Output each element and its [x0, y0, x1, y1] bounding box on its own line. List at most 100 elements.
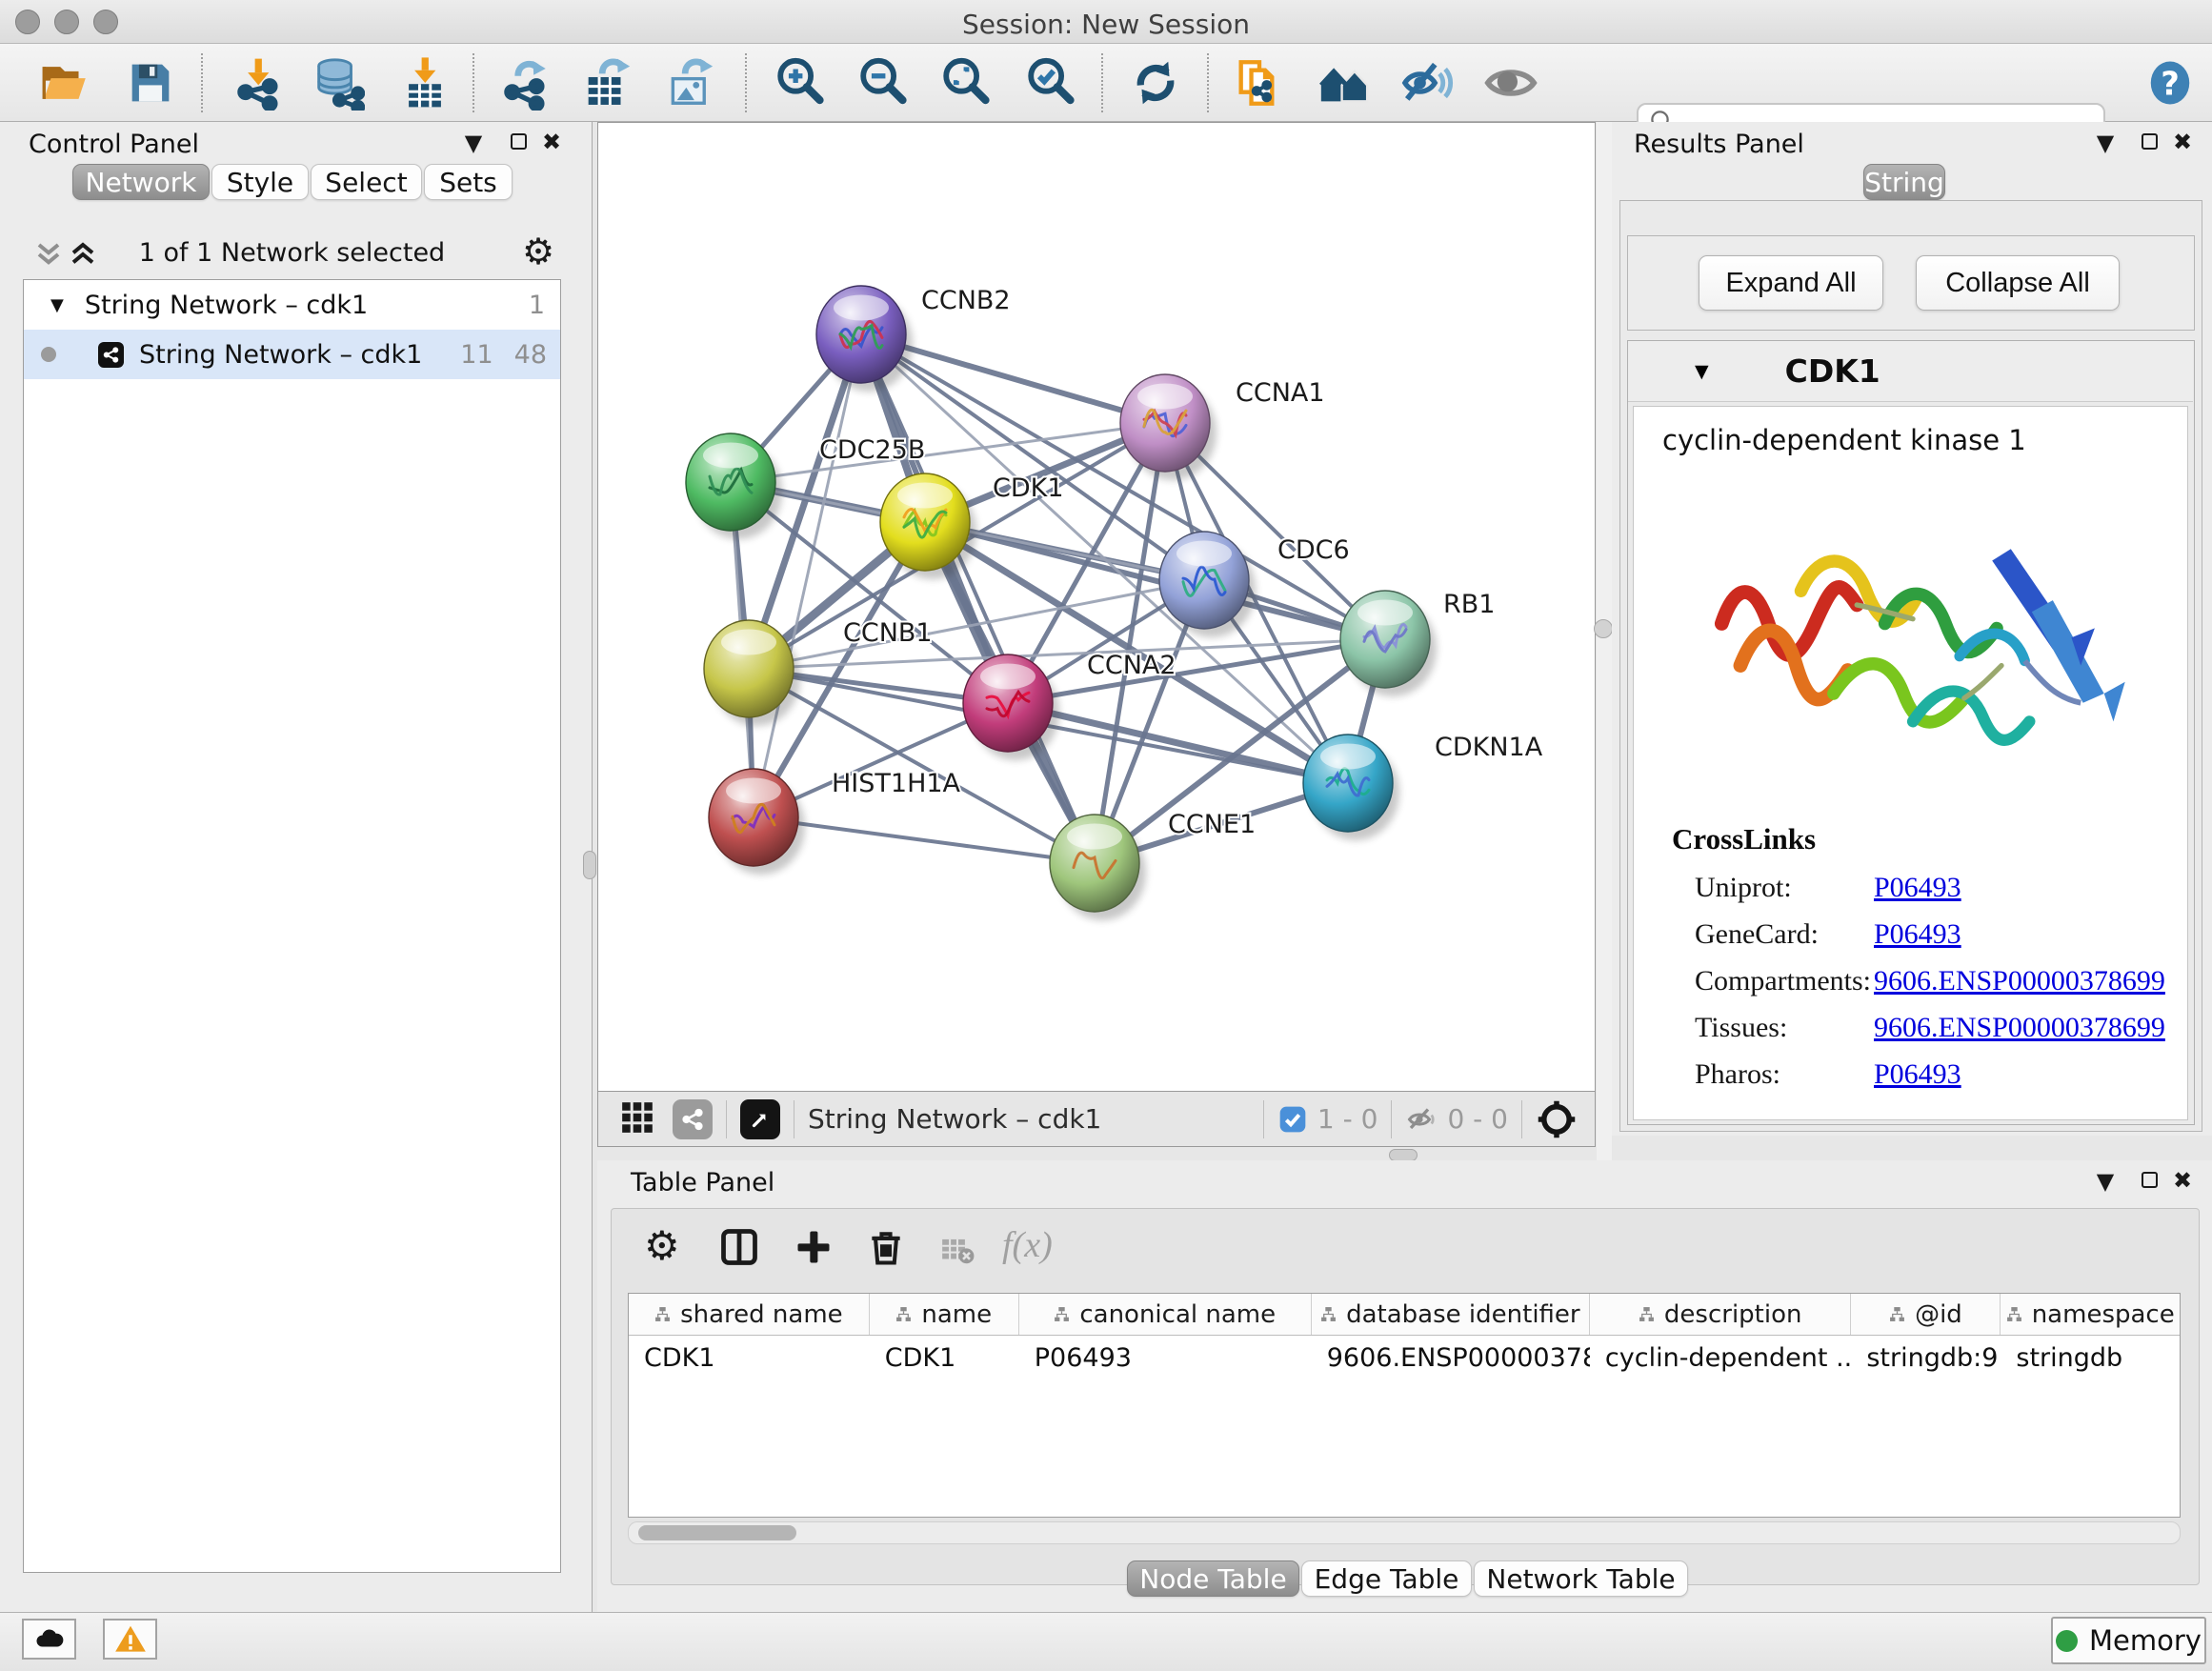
memory-button[interactable]: Memory: [2051, 1617, 2206, 1664]
column-header[interactable]: description: [1590, 1294, 1851, 1335]
memory-status-dot-icon: [2056, 1630, 2078, 1652]
results-outer-box: Expand All Collapse All ▼ CDK1 cyclin-de…: [1619, 200, 2202, 1132]
network-current-dot-icon: [41, 347, 56, 362]
control-panel-menu-icon[interactable]: ▼: [457, 130, 490, 156]
network-canvas[interactable]: CCNB2CCNA1CDC25BCDK1CDC6RB1CCNB1CCNA2CDK…: [597, 122, 1596, 1092]
node-label-ccnb1: CCNB1: [843, 618, 933, 648]
hidden-eye-slash-icon[interactable]: [1405, 1102, 1439, 1137]
crosslink-link[interactable]: 9606.ENSP00000378699: [1874, 1012, 2165, 1044]
string-view-icon[interactable]: [673, 1099, 713, 1139]
results-panel-menu-icon[interactable]: ▼: [2089, 130, 2122, 156]
node-label-ccna2: CCNA2: [1087, 651, 1176, 680]
table-panel-close-icon[interactable]: ✖: [2166, 1167, 2199, 1194]
column-header[interactable]: @id: [1851, 1294, 2001, 1335]
tab-string-results[interactable]: String: [1863, 164, 1945, 200]
show-hide-panel-icon[interactable]: [1398, 52, 1458, 113]
column-header[interactable]: namespace: [2001, 1294, 2180, 1335]
left-splitter-handle[interactable]: [583, 851, 596, 879]
tab-select[interactable]: Select: [311, 164, 422, 200]
cdk1-collapse-icon[interactable]: ▼: [1695, 361, 1709, 382]
column-header[interactable]: name: [870, 1294, 1019, 1335]
selected-checkbox-icon[interactable]: [1277, 1104, 1308, 1135]
birds-eye-view-icon[interactable]: [740, 1099, 780, 1139]
cdk1-section-header[interactable]: ▼ CDK1: [1628, 341, 2193, 402]
tab-style[interactable]: Style: [211, 164, 309, 200]
table-delete-icon[interactable]: [865, 1226, 907, 1272]
tab-edge-table[interactable]: Edge Table: [1301, 1560, 1472, 1597]
column-header[interactable]: database identifier: [1312, 1294, 1590, 1335]
tab-network[interactable]: Network: [72, 164, 210, 200]
column-header[interactable]: canonical name: [1019, 1294, 1312, 1335]
zoom-selected-icon[interactable]: [1020, 52, 1081, 113]
crosslink-link[interactable]: P06493: [1874, 872, 1961, 904]
network-node-cdkn1a[interactable]: [1303, 735, 1399, 840]
open-session-icon[interactable]: [34, 52, 95, 113]
network-collection-row[interactable]: ▼ String Network – cdk1 1: [24, 280, 560, 330]
collection-expand-icon[interactable]: ▼: [50, 295, 64, 315]
cdk1-name: CDK1: [1785, 352, 1880, 390]
tab-network-table[interactable]: Network Table: [1474, 1560, 1688, 1597]
network-edge[interactable]: [754, 334, 861, 817]
table-gear-icon[interactable]: ⚙: [644, 1222, 680, 1269]
table-hscrollbar[interactable]: [628, 1521, 2181, 1544]
crosslink-link[interactable]: 9606.ENSP00000378699: [1874, 965, 2165, 997]
tab-node-table[interactable]: Node Table: [1127, 1560, 1299, 1597]
export-table-icon[interactable]: [576, 52, 637, 113]
network-node-cdk1[interactable]: [880, 473, 976, 579]
network-node-cdc25b[interactable]: [686, 433, 782, 539]
expand-all-button[interactable]: Expand All: [1699, 255, 1883, 311]
crosslink-link[interactable]: P06493: [1874, 1058, 1961, 1091]
table-columns-icon[interactable]: [718, 1226, 760, 1272]
table-add-icon[interactable]: [793, 1226, 835, 1272]
title-bar: Session: New Session: [0, 0, 2212, 44]
warning-status-button[interactable]: [103, 1619, 157, 1660]
network-options-gear-icon[interactable]: ⚙: [522, 231, 554, 272]
network-row-selected[interactable]: String Network – cdk1 11 48: [24, 330, 560, 379]
results-panel-float-icon[interactable]: [2142, 133, 2158, 150]
collapse-all-button[interactable]: Collapse All: [1916, 255, 2120, 311]
control-panel-close-icon[interactable]: ✖: [535, 129, 568, 155]
network-node-ccne1[interactable]: [1050, 815, 1146, 920]
export-image-icon[interactable]: [659, 52, 720, 113]
help-icon[interactable]: ?: [2140, 52, 2201, 113]
preview-icon[interactable]: [1480, 52, 1541, 113]
network-node-hist1h1a[interactable]: [709, 769, 805, 875]
zoom-in-icon[interactable]: [770, 52, 831, 113]
zoom-out-icon[interactable]: [853, 52, 914, 113]
network-node-ccna1[interactable]: [1120, 374, 1217, 480]
tab-sets[interactable]: Sets: [424, 164, 513, 200]
network-tree: ▼ String Network – cdk1 1 String Network…: [23, 279, 561, 1573]
grid-view-icon[interactable]: [619, 1099, 655, 1139]
table-hscrollbar-thumb[interactable]: [638, 1525, 796, 1540]
table-panel-float-icon[interactable]: [2142, 1172, 2158, 1188]
zoom-fit-icon[interactable]: [935, 52, 996, 113]
network-node-rb1[interactable]: [1340, 591, 1437, 696]
save-session-icon[interactable]: [120, 52, 181, 113]
export-network-icon[interactable]: [494, 52, 555, 113]
right-splitter-handle[interactable]: [1594, 619, 1613, 638]
fit-selected-crosshair-icon[interactable]: [1536, 1098, 1578, 1140]
refresh-icon[interactable]: [1125, 52, 1186, 113]
control-panel-title: Control Panel: [29, 130, 199, 159]
copy-network-icon[interactable]: [1229, 52, 1290, 113]
control-panel-float-icon[interactable]: [511, 133, 527, 150]
results-buttons-box: Expand All Collapse All: [1627, 235, 2195, 331]
cloud-status-button[interactable]: [22, 1619, 76, 1660]
view-toolbar-separator: [726, 1100, 727, 1138]
crosslink-link[interactable]: P06493: [1874, 918, 1961, 951]
table-panel-title: Table Panel: [631, 1168, 774, 1198]
table-row[interactable]: CDK1 CDK1 P06493 9606.ENSP00000378699 cy…: [629, 1336, 2180, 1379]
column-header[interactable]: shared name: [629, 1294, 870, 1335]
crosslink-label: Uniprot:: [1695, 872, 1792, 904]
network-graph[interactable]: CCNB2CCNA1CDC25BCDK1CDC6RB1CCNB1CCNA2CDK…: [598, 123, 1594, 1090]
network-node-ccna2[interactable]: [963, 654, 1059, 760]
results-panel-close-icon[interactable]: ✖: [2166, 129, 2199, 155]
home-icon[interactable]: [1314, 52, 1375, 113]
import-table-icon[interactable]: [394, 52, 455, 113]
view-toolbar-separator: [1263, 1100, 1264, 1138]
network-node-ccnb2[interactable]: [816, 286, 913, 392]
import-network-icon[interactable]: [228, 52, 289, 113]
import-network-database-icon[interactable]: [307, 52, 368, 113]
string-app-icon: [98, 342, 124, 368]
table-panel-menu-icon[interactable]: ▼: [2089, 1168, 2122, 1195]
